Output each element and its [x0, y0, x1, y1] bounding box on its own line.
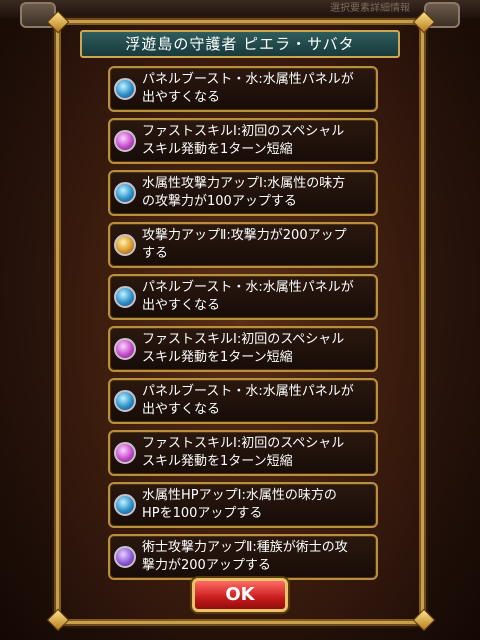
skill-item: ファストスキルⅠ:初回のスペシャル スキル発動を1ターン短縮: [108, 430, 378, 476]
water-hp-icon: [114, 494, 136, 516]
fast-skill-icon: [114, 338, 136, 360]
skill-description: パネルブースト・水:水属性パネルが 出やすくなる: [142, 72, 354, 105]
skill-description: 攻撃力アップⅡ:攻撃力が200アップ する: [142, 228, 347, 261]
skill-item: 水属性HPアップⅠ:水属性の味方の HPを100アップする: [108, 482, 378, 528]
skill-description: 術士攻撃力アップⅡ:種族が術士の攻 撃力が200アップする: [142, 540, 348, 573]
water-attack-icon: [114, 182, 136, 204]
skill-description: パネルブースト・水:水属性パネルが 出やすくなる: [142, 280, 354, 313]
fast-skill-icon: [114, 130, 136, 152]
ok-button[interactable]: OK: [192, 578, 288, 612]
water-panel-icon: [114, 390, 136, 412]
skill-item: パネルブースト・水:水属性パネルが 出やすくなる: [108, 378, 378, 424]
skill-item: ファストスキルⅠ:初回のスペシャル スキル発動を1ターン短縮: [108, 118, 378, 164]
skill-description: パネルブースト・水:水属性パネルが 出やすくなる: [142, 384, 354, 417]
skill-item: パネルブースト・水:水属性パネルが 出やすくなる: [108, 274, 378, 320]
dialog-title: 浮遊島の守護者 ピエラ・サバタ: [80, 30, 400, 58]
skill-description: ファストスキルⅠ:初回のスペシャル スキル発動を1ターン短縮: [142, 124, 345, 157]
skill-item: 水属性攻撃力アップⅠ:水属性の味方 の攻撃力が100アップする: [108, 170, 378, 216]
fast-skill-icon: [114, 442, 136, 464]
skill-description: 水属性攻撃力アップⅠ:水属性の味方 の攻撃力が100アップする: [142, 176, 346, 209]
attack-up-icon: [114, 234, 136, 256]
skill-description: ファストスキルⅠ:初回のスペシャル スキル発動を1ターン短縮: [142, 332, 345, 365]
skill-item: 術士攻撃力アップⅡ:種族が術士の攻 撃力が200アップする: [108, 534, 378, 580]
skill-item: 攻撃力アップⅡ:攻撃力が200アップ する: [108, 222, 378, 268]
skill-description: ファストスキルⅠ:初回のスペシャル スキル発動を1ターン短縮: [142, 436, 345, 469]
skill-item: パネルブースト・水:水属性パネルが 出やすくなる: [108, 66, 378, 112]
top-status-strip: 選択要素詳細情報: [0, 0, 480, 18]
mage-attack-icon: [114, 546, 136, 568]
skill-description: 水属性HPアップⅠ:水属性の味方の HPを100アップする: [142, 488, 337, 521]
water-panel-icon: [114, 78, 136, 100]
skill-item: ファストスキルⅠ:初回のスペシャル スキル発動を1ターン短縮: [108, 326, 378, 372]
water-panel-icon: [114, 286, 136, 308]
